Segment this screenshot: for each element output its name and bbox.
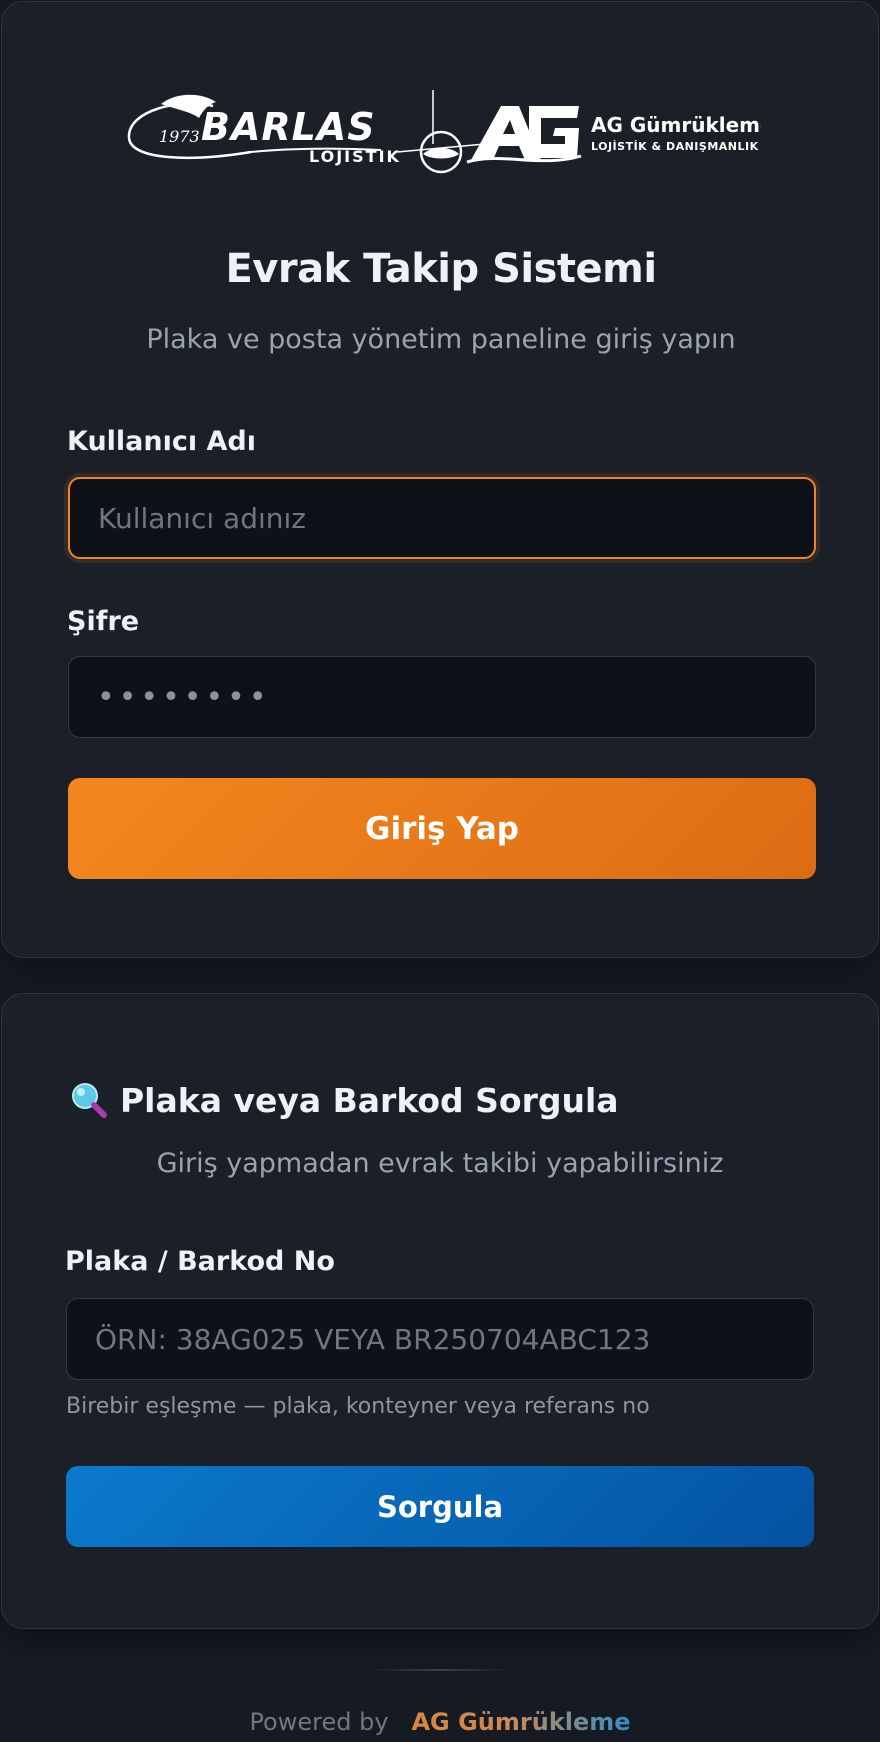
query-title: Plaka veya Barkod Sorgula xyxy=(70,1080,619,1120)
footer-prefix: Powered by xyxy=(249,1708,389,1736)
username-input[interactable] xyxy=(68,477,816,559)
logo-ag-brand: AG Gümrükleme xyxy=(591,113,761,137)
brand-logo: 1973 BARLAS LOJISTIK AG Gümrükleme LOJİS… xyxy=(2,88,880,174)
logo-barlas: BARLAS xyxy=(201,105,376,149)
footer-brand-link[interactable]: AG Gümrükleme xyxy=(411,1708,630,1736)
password-input[interactable]: •••••••• xyxy=(68,656,816,738)
query-title-text: Plaka veya Barkod Sorgula xyxy=(120,1080,619,1120)
plate-barcode-input[interactable] xyxy=(66,1298,814,1380)
page-title: Evrak Takip Sistemi xyxy=(225,246,657,292)
page-subtitle: Plaka ve posta yönetim paneline giriş ya… xyxy=(146,324,736,355)
username-label: Kullanıcı Adı xyxy=(67,426,257,457)
footer-divider xyxy=(370,1669,510,1671)
query-hint: Birebir eşleşme — plaka, konteyner veya … xyxy=(66,1394,650,1419)
login-button-label: Giriş Yap xyxy=(365,810,519,847)
logo-ag-sub: LOJİSTİK & DANIŞMANLIK xyxy=(591,139,759,153)
magnifier-icon xyxy=(72,1083,107,1118)
footer: Powered by AG Gümrükleme xyxy=(0,1708,880,1736)
logo-barlas-sub: LOJISTIK xyxy=(309,147,401,166)
login-card: 1973 BARLAS LOJISTIK AG Gümrükleme LOJİS… xyxy=(1,1,879,958)
query-button-label: Sorgula xyxy=(376,1489,504,1524)
plate-barcode-label: Plaka / Barkod No xyxy=(65,1246,335,1277)
password-mask: •••••••• xyxy=(97,679,271,715)
logo-graphic: 1973 BARLAS LOJISTIK AG Gümrükleme LOJİS… xyxy=(127,90,761,174)
password-label: Şifre xyxy=(67,606,140,637)
logo-year: 1973 xyxy=(159,127,200,146)
query-button[interactable]: Sorgula xyxy=(66,1466,814,1547)
login-button[interactable]: Giriş Yap xyxy=(68,778,816,879)
query-subtitle: Giriş yapmadan evrak takibi yapabilirsin… xyxy=(156,1148,724,1179)
